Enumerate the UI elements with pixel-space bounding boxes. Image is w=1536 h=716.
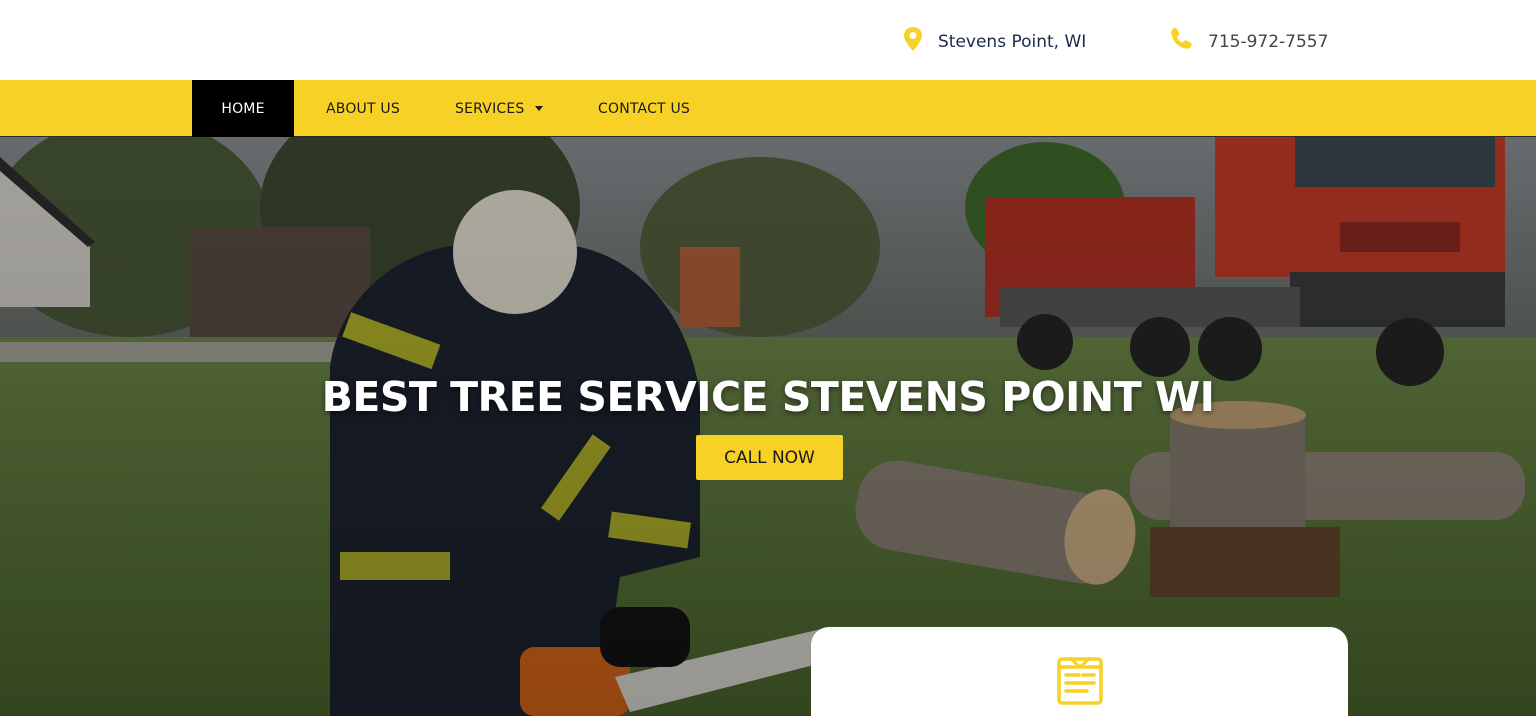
info-card	[811, 627, 1348, 716]
nav-home[interactable]: HOME	[192, 80, 294, 137]
nav-contact-us[interactable]: CONTACT US	[598, 80, 690, 137]
phone-info[interactable]: 715-972-7557	[1168, 26, 1328, 57]
caret-down-icon	[534, 106, 543, 111]
nav-services-label: SERVICES	[455, 100, 525, 117]
nav-about-label: ABOUT US	[326, 100, 400, 117]
phone-icon	[1168, 26, 1194, 57]
main-nav: HOME ABOUT US SERVICES CONTACT US	[0, 80, 1536, 137]
nav-services[interactable]: SERVICES	[455, 80, 543, 137]
form-document-icon	[1057, 657, 1103, 710]
hero-section: BEST TREE SERVICE STEVENS POINT WI CALL …	[0, 137, 1536, 716]
hero-title: BEST TREE SERVICE STEVENS POINT WI	[321, 373, 1215, 421]
map-pin-icon	[902, 26, 924, 57]
location-text: Stevens Point, WI	[938, 31, 1087, 52]
phone-text: 715-972-7557	[1208, 31, 1329, 52]
call-now-button[interactable]: CALL NOW	[696, 435, 843, 480]
nav-about-us[interactable]: ABOUT US	[326, 80, 400, 137]
nav-contact-label: CONTACT US	[598, 100, 690, 117]
top-bar: Stevens Point, WI 715-972-7557	[0, 0, 1536, 80]
location-info[interactable]: Stevens Point, WI	[902, 26, 1086, 57]
nav-home-label: HOME	[221, 100, 265, 117]
